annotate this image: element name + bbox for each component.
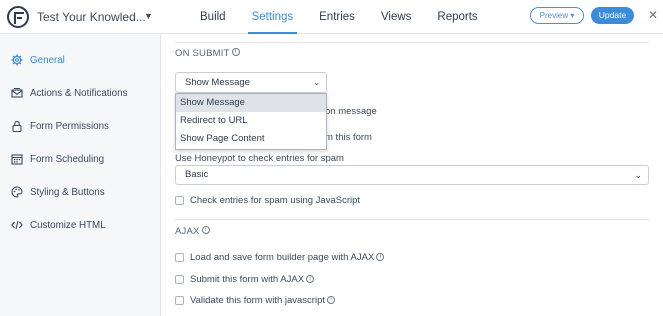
main-tabs: Build Settings Entries Views Reports <box>190 0 494 34</box>
ajax-title: AJAX <box>175 226 200 237</box>
dropdown-option-redirect-url[interactable]: Redirect to URL <box>176 112 326 130</box>
on-submit-heading: ON SUBMIT i <box>175 48 240 59</box>
sidebar-item-label: Styling & Buttons <box>30 186 105 198</box>
on-submit-selected: Show Message <box>185 77 250 88</box>
settings-main: ON SUBMIT i Show Message ⌄ Show Message R… <box>161 34 663 316</box>
envelope-icon <box>11 88 23 98</box>
ajax-validate-label: Validate this form with javascript <box>190 294 325 306</box>
info-icon[interactable]: i <box>231 48 240 56</box>
dropdown-option-show-page-content[interactable]: Show Page Content <box>176 130 326 148</box>
update-button[interactable]: Update <box>591 7 634 24</box>
info-icon[interactable]: i <box>327 296 335 304</box>
ajax-heading: AJAX i <box>175 226 210 237</box>
tab-reports[interactable]: Reports <box>427 0 487 34</box>
settings-sidebar: General Actions & Notifications Form Per… <box>0 34 161 316</box>
tab-settings[interactable]: Settings <box>242 0 304 34</box>
info-icon[interactable]: i <box>201 226 210 234</box>
honeypot-selected: Basic <box>185 169 209 180</box>
divider <box>175 219 649 220</box>
ajax-validate-option[interactable]: Validate this form with javascript i <box>175 294 335 306</box>
sidebar-item-label: General <box>30 54 65 66</box>
js-spam-label: Check entries for spam using JavaScript <box>190 194 361 206</box>
info-icon[interactable]: i <box>376 253 385 261</box>
obscured-text: on message <box>325 106 377 117</box>
sidebar-item-label: Form Permissions <box>30 120 109 132</box>
close-icon[interactable]: ✕ <box>648 8 658 22</box>
sidebar-item-label: Form Scheduling <box>30 153 105 165</box>
sidebar-item-form-scheduling[interactable]: Form Scheduling <box>11 152 104 166</box>
ajax-load-save-label: Load and save form builder page with AJA… <box>190 251 375 263</box>
calendar-icon <box>11 154 23 165</box>
on-submit-title: ON SUBMIT <box>175 48 230 59</box>
preview-button[interactable]: Preview ▾ <box>530 7 584 24</box>
divider <box>175 42 649 43</box>
gear-icon <box>11 54 23 66</box>
form-title[interactable]: Test Your Knowled... <box>37 10 146 24</box>
ajax-validate-checkbox[interactable] <box>175 295 184 305</box>
ajax-submit-checkbox[interactable] <box>175 274 184 284</box>
sidebar-item-form-permissions[interactable]: Form Permissions <box>11 119 109 133</box>
tab-views[interactable]: Views <box>371 0 421 34</box>
on-submit-select[interactable]: Show Message ⌄ <box>175 72 327 93</box>
dropdown-option-show-message[interactable]: Show Message <box>176 94 326 112</box>
lock-icon <box>12 120 22 132</box>
js-spam-checkbox[interactable] <box>175 195 184 205</box>
code-icon <box>11 220 23 230</box>
ajax-submit-option[interactable]: Submit this form with AJAX i <box>175 273 315 285</box>
honeypot-label: Use Honeypot to check entries for spam <box>175 153 344 164</box>
ajax-submit-label: Submit this form with AJAX <box>190 273 305 285</box>
sidebar-item-actions-notifications[interactable]: Actions & Notifications <box>11 86 127 100</box>
form-title-caret-icon[interactable]: ▼ <box>144 11 153 21</box>
honeypot-select[interactable]: Basic ⌄ <box>175 165 649 185</box>
chevron-down-icon: ⌄ <box>634 170 642 180</box>
sidebar-item-label: Customize HTML <box>30 219 106 231</box>
chevron-down-icon: ⌄ <box>313 78 320 87</box>
ajax-load-save-checkbox[interactable] <box>175 252 184 262</box>
sidebar-item-styling-buttons[interactable]: Styling & Buttons <box>11 185 105 199</box>
info-icon[interactable]: i <box>306 275 315 283</box>
top-bar: Test Your Knowled... ▼ Build Settings En… <box>0 0 663 34</box>
sidebar-item-label: Actions & Notifications <box>30 87 128 99</box>
tab-build[interactable]: Build <box>190 0 236 34</box>
tab-entries[interactable]: Entries <box>309 0 365 34</box>
ajax-load-save-option[interactable]: Load and save form builder page with AJA… <box>175 251 385 263</box>
formidable-logo-icon[interactable] <box>7 6 29 28</box>
sidebar-item-customize-html[interactable]: Customize HTML <box>11 218 106 232</box>
on-submit-dropdown: Show Message Redirect to URL Show Page C… <box>175 93 327 150</box>
obscured-text: m this form <box>325 132 372 143</box>
js-spam-option[interactable]: Check entries for spam using JavaScript <box>175 194 360 206</box>
palette-icon <box>11 186 23 198</box>
sidebar-item-general[interactable]: General <box>11 53 65 67</box>
